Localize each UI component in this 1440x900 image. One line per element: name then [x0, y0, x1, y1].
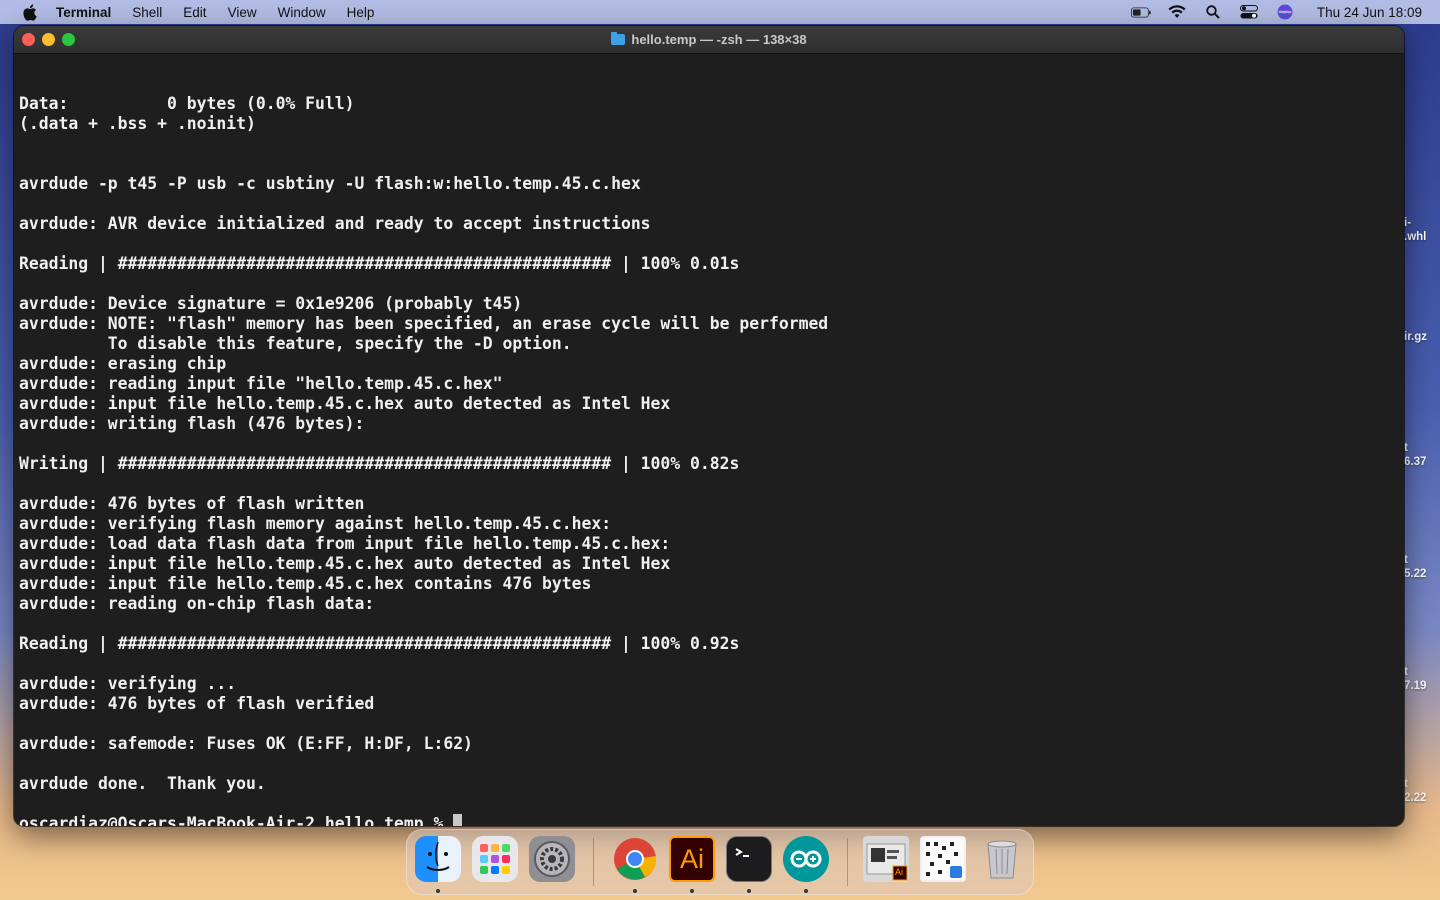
menu-app-name[interactable]: Terminal — [56, 5, 111, 20]
terminal-line: avrdude: AVR device initialized and read… — [19, 214, 651, 233]
running-indicator — [747, 889, 751, 893]
running-indicator — [436, 889, 440, 893]
terminal-prompt-line[interactable]: oscardiaz@Oscars-MacBook-Air-2 hello.tem… — [19, 814, 1399, 826]
desktop-file-label[interactable]: t 2.22 — [1404, 777, 1426, 805]
illustrator-icon[interactable]: Ai — [669, 836, 715, 882]
desktop-file-label[interactable]: t 6.37 — [1404, 441, 1426, 469]
siri-icon[interactable] — [1275, 4, 1295, 20]
terminal-icon[interactable] — [726, 836, 772, 882]
terminal-line: avrdude: load data flash data from input… — [19, 534, 671, 553]
desktop-file-name-line2: .whl — [1404, 231, 1427, 243]
terminal-line: avrdude: safemode: Fuses OK (E:FF, H:DF,… — [19, 734, 473, 753]
dock: Ai Ai — [406, 829, 1034, 895]
desktop-file-name-line1: t — [1404, 442, 1408, 454]
desktop-file-name-line2: 2.22 — [1404, 792, 1427, 804]
terminal-output[interactable]: Data: 0 bytes (0.0% Full) (.data + .bss +… — [19, 74, 1399, 826]
settings-icon[interactable] — [529, 836, 575, 882]
desktop-file-name-line1 — [1404, 316, 1427, 330]
terminal-line: Writing | ##############################… — [19, 454, 740, 473]
terminal-line: avrdude done. Thank you. — [19, 774, 266, 793]
window-title-text: hello.temp — -zsh — 138×38 — [631, 32, 807, 47]
menu-shell[interactable]: Shell — [132, 5, 162, 20]
desktop-file-label[interactable]: i- .whl — [1404, 216, 1426, 244]
terminal-line: avrdude -p t45 -P usb -c usbtiny -U flas… — [19, 174, 641, 193]
terminal-line: Reading | ##############################… — [19, 634, 740, 653]
dock-separator — [593, 838, 594, 886]
finder-icon[interactable] — [415, 836, 461, 882]
menu-window[interactable]: Window — [278, 5, 326, 20]
illustrator-doc-icon[interactable]: Ai — [863, 836, 909, 882]
terminal-line: avrdude: verifying flash memory against … — [19, 514, 612, 533]
terminal-line: (.data + .bss + .noinit) — [19, 114, 256, 133]
trash-icon[interactable] — [979, 836, 1025, 882]
menu-datetime[interactable]: Thu 24 Jun 18:09 — [1317, 5, 1422, 20]
terminal-line: avrdude: input file hello.temp.45.c.hex … — [19, 554, 671, 573]
desktop-file-name-line2: 7.19 — [1404, 680, 1427, 692]
folder-icon — [611, 32, 626, 45]
terminal-line: avrdude: erasing chip — [19, 354, 227, 373]
terminal-line: avrdude: NOTE: "flash" memory has been s… — [19, 314, 829, 333]
desktop-file-label[interactable]: t 7.19 — [1404, 665, 1426, 693]
terminal-line: avrdude: reading on-chip flash data: — [19, 594, 375, 613]
menu-edit[interactable]: Edit — [183, 5, 206, 20]
desktop-file-label[interactable]: t 5.22 — [1404, 553, 1426, 581]
dock-separator — [847, 838, 848, 886]
terminal-line: avrdude: reading input file "hello.temp.… — [19, 374, 503, 393]
desktop-file-name-line2: 6.37 — [1404, 456, 1427, 468]
illustrator-doc-label: Ai — [895, 867, 904, 877]
arduino-icon[interactable] — [783, 836, 829, 882]
desktop-file-name-line2: 5.22 — [1404, 568, 1427, 580]
desktop-file-name-line1: t — [1404, 778, 1408, 790]
window-title: hello.temp — -zsh — 138×38 — [14, 26, 1404, 53]
running-indicator — [633, 889, 637, 893]
desktop-file-name-line2: ir.gz — [1404, 331, 1428, 343]
terminal-line: avrdude: input file hello.temp.45.c.hex … — [19, 394, 671, 413]
launchpad-icon[interactable] — [472, 836, 518, 882]
terminal-line: Reading | ##############################… — [19, 254, 740, 273]
text-cursor — [453, 814, 463, 826]
terminal-line: avrdude: input file hello.temp.45.c.hex … — [19, 574, 592, 593]
shell-prompt: oscardiaz@Oscars-MacBook-Air-2 hello.tem… — [19, 814, 454, 826]
terminal-line: avrdude: Device signature = 0x1e9206 (pr… — [19, 294, 523, 313]
desktop-file-name-line1: t — [1404, 554, 1408, 566]
terminal-window: hello.temp — -zsh — 138×38 Data: 0 bytes… — [14, 26, 1404, 826]
spotlight-icon[interactable] — [1203, 4, 1223, 20]
menu-bar: Terminal Shell Edit View Window Help Thu… — [0, 0, 1440, 24]
illustrator-label: Ai — [679, 843, 704, 874]
terminal-line: avrdude: 476 bytes of flash written — [19, 494, 365, 513]
running-indicator — [804, 889, 808, 893]
desktop-file-name-line1: t — [1404, 666, 1408, 678]
window-titlebar[interactable]: hello.temp — -zsh — 138×38 — [14, 26, 1404, 54]
terminal-line: avrdude: verifying ... — [19, 674, 237, 693]
battery-icon[interactable] — [1130, 4, 1151, 20]
chrome-icon[interactable] — [612, 836, 658, 882]
desktop-file-label[interactable]: ir.gz — [1404, 316, 1427, 344]
wifi-icon[interactable] — [1167, 4, 1187, 20]
terminal-line: avrdude: 476 bytes of flash verified — [19, 694, 375, 713]
menu-help[interactable]: Help — [347, 5, 375, 20]
desktop-file-name-line1: i- — [1404, 217, 1412, 229]
apple-icon[interactable] — [20, 3, 38, 21]
terminal-line: avrdude: writing flash (476 bytes): — [19, 414, 365, 433]
menu-view[interactable]: View — [228, 5, 257, 20]
control-center-icon[interactable] — [1239, 4, 1259, 20]
terminal-line: To disable this feature, specify the -D … — [19, 334, 572, 353]
running-indicator — [690, 889, 694, 893]
terminal-line: Data: 0 bytes (0.0% Full) — [19, 94, 355, 113]
downloads-stack-icon[interactable] — [920, 836, 966, 882]
